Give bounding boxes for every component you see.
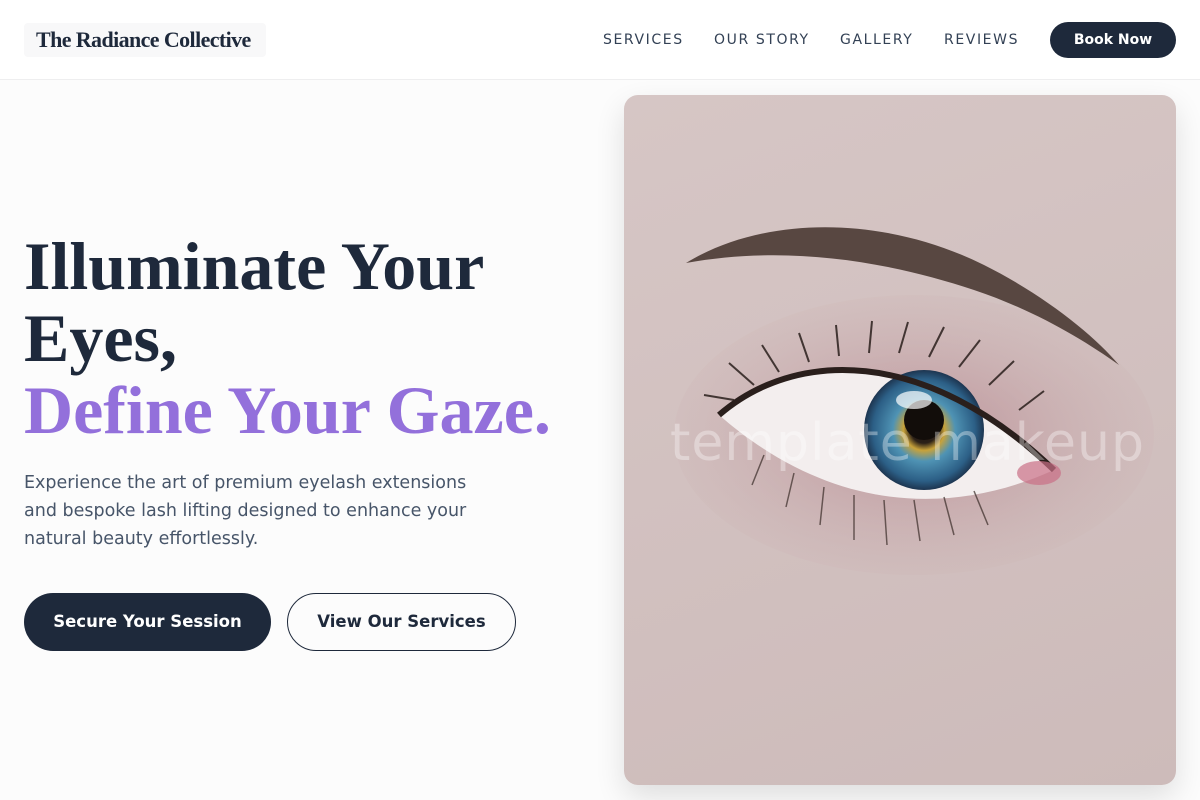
brand-logo[interactable]: The Radiance Collective [24, 23, 266, 57]
hero-eye-image: template makeup [624, 95, 1176, 785]
hero-title: Illuminate Your Eyes, Define Your Gaze. [24, 230, 604, 446]
hero-title-line-2: Eyes, [24, 300, 177, 376]
nav-link-our-story[interactable]: OUR STORY [714, 30, 810, 50]
site-header: The Radiance Collective SERVICES OUR STO… [0, 0, 1200, 80]
nav-link-services[interactable]: SERVICES [603, 30, 684, 50]
hero-title-line-1: Illuminate Your [24, 228, 485, 304]
hero-subtitle: Experience the art of premium eyelash ex… [24, 473, 467, 549]
view-services-button[interactable]: View Our Services [287, 593, 516, 651]
hero-title-accent: Define Your Gaze. [24, 372, 551, 448]
nav-link-gallery[interactable]: GALLERY [840, 30, 913, 50]
nav-link-reviews[interactable]: REVIEWS [944, 30, 1019, 50]
book-now-button[interactable]: Book Now [1050, 22, 1176, 58]
eye-highlight-shape [896, 391, 932, 409]
image-watermark: template makeup [670, 413, 1146, 473]
secure-session-button[interactable]: Secure Your Session [24, 593, 271, 651]
